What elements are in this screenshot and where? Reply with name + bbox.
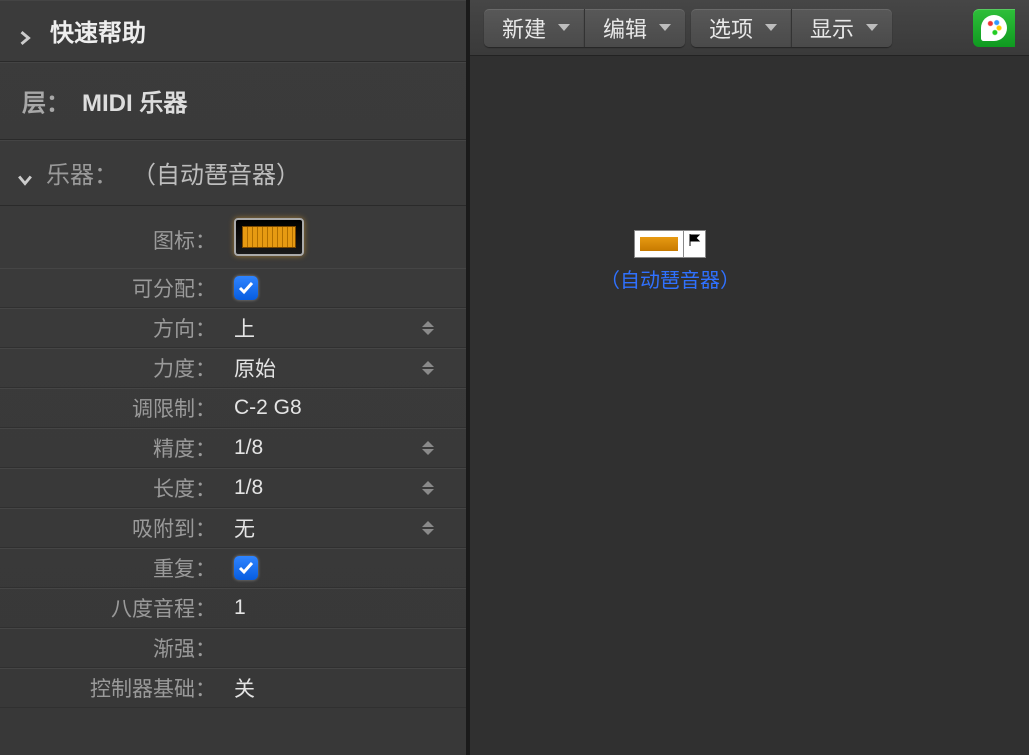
layer-value: MIDI 乐器 [82,83,187,118]
prop-length[interactable]: 长度： 1/8 [0,468,466,508]
stepper-icon[interactable] [422,438,436,458]
edit-menu-label: 编辑 [603,12,647,44]
view-menu[interactable]: 显示 [791,9,892,47]
node-label: （自动琶音器） [600,264,740,293]
prop-direction-label: 方向： [0,313,224,343]
stepper-icon[interactable] [422,478,436,498]
prop-ctrlbase-label: 控制器基础： [0,673,224,703]
keyboard-icon [634,230,684,258]
stepper-icon[interactable] [422,518,436,538]
prop-icon: 图标： [0,206,466,268]
prop-icon-label: 图标： [0,219,224,255]
prop-keylimit[interactable]: 调限制： C-2 G8 [0,388,466,428]
chevron-down-icon [18,166,32,180]
prop-velocity-value: 原始 [234,353,276,383]
chevron-right-icon [18,24,32,38]
prop-assignable: 可分配： [0,268,466,308]
new-menu-label: 新建 [502,12,546,44]
keyboard-icon[interactable] [234,218,304,256]
prop-octaves-label: 八度音程： [0,593,224,623]
view-menu-label: 显示 [810,12,854,44]
prop-ctrlbase[interactable]: 控制器基础： 关 [0,668,466,708]
prop-snap[interactable]: 吸附到： 无 [0,508,466,548]
assignable-checkbox[interactable] [234,276,258,300]
prop-snap-value: 无 [234,513,255,543]
prop-direction[interactable]: 方向： 上 [0,308,466,348]
chevron-down-icon [765,24,777,31]
chevron-down-icon [866,24,878,31]
prop-direction-value: 上 [234,313,255,343]
prop-precision-value: 1/8 [234,436,263,460]
instrument-name: （自动琶音器） [132,155,300,190]
prop-keylimit-label: 调限制： [0,393,224,423]
inspector-panel: 快速帮助 层： MIDI 乐器 乐器： （自动琶音器） 图标： 可分配： 方向： [0,0,466,755]
palette-icon [981,15,1007,41]
stepper-icon[interactable] [422,318,436,338]
chevron-down-icon [659,24,671,31]
prop-assignable-label: 可分配： [0,273,224,303]
prop-precision-label: 精度： [0,433,224,463]
toolbar: 新建 编辑 选项 显示 [470,0,1029,56]
prop-octaves[interactable]: 八度音程： 1 [0,588,466,628]
edit-menu[interactable]: 编辑 [584,9,685,47]
stepper-icon[interactable] [422,358,436,378]
instrument-label: 乐器： [46,155,118,190]
environment-panel: 新建 编辑 选项 显示 [470,0,1029,755]
quick-help-title: 快速帮助 [50,13,146,48]
repeat-checkbox[interactable] [234,556,258,580]
arpeggiator-node[interactable]: （自动琶音器） [600,230,740,293]
quick-help-header[interactable]: 快速帮助 [0,0,466,62]
flag-icon [684,230,706,258]
new-menu[interactable]: 新建 [484,9,584,47]
prop-length-value: 1/8 [234,476,263,500]
prop-ctrlbase-value: 关 [234,673,255,703]
prop-repeat: 重复： [0,548,466,588]
instrument-header[interactable]: 乐器： （自动琶音器） [0,140,466,206]
color-palette-button[interactable] [973,9,1015,47]
prop-velocity[interactable]: 力度： 原始 [0,348,466,388]
prop-crescendo-label: 渐强： [0,633,224,663]
prop-crescendo[interactable]: 渐强： [0,628,466,668]
options-menu[interactable]: 选项 [691,9,791,47]
prop-octaves-value: 1 [234,596,246,620]
options-menu-label: 选项 [709,12,753,44]
chevron-down-icon [558,24,570,31]
prop-precision[interactable]: 精度： 1/8 [0,428,466,468]
prop-keylimit-value: C-2 G8 [234,396,302,420]
environment-canvas[interactable]: （自动琶音器） [470,56,1029,755]
prop-velocity-label: 力度： [0,353,224,383]
prop-length-label: 长度： [0,473,224,503]
prop-snap-label: 吸附到： [0,513,224,543]
layer-row[interactable]: 层： MIDI 乐器 [0,62,466,140]
prop-repeat-label: 重复： [0,553,224,583]
layer-label: 层： [22,83,70,118]
